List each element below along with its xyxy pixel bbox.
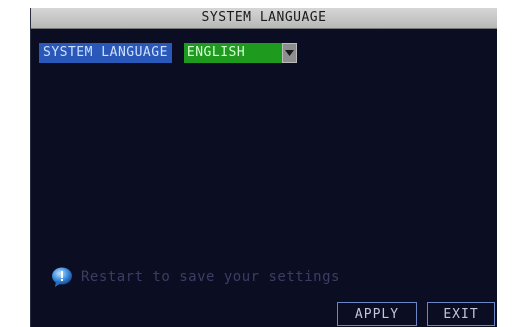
- restart-hint: Restart to save your settings: [51, 266, 340, 288]
- system-language-label: SYSTEM LANGUAGE: [39, 43, 172, 63]
- info-icon: [52, 267, 72, 287]
- dvr-menu-screen: SYSTEM LANGUAGE SYSTEM LANGUAGE ENGLISH: [30, 8, 497, 327]
- language-select[interactable]: ENGLISH: [183, 43, 297, 63]
- window-title: SYSTEM LANGUAGE: [31, 8, 497, 29]
- chevron-down-icon[interactable]: [281, 43, 297, 63]
- exit-button[interactable]: EXIT: [427, 302, 495, 326]
- language-select-value[interactable]: ENGLISH: [183, 43, 282, 63]
- hint-text: Restart to save your settings: [81, 269, 340, 285]
- apply-button[interactable]: APPLY: [337, 302, 417, 326]
- language-setting-row: SYSTEM LANGUAGE ENGLISH: [39, 42, 297, 64]
